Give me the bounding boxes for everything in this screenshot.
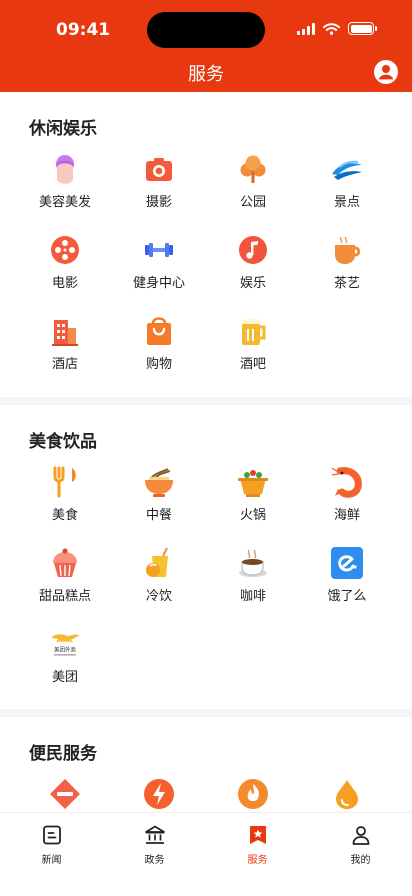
news-icon <box>42 825 61 845</box>
profile-icon <box>352 826 369 845</box>
page-title: 服务 <box>188 64 224 85</box>
service-item[interactable]: 美容美发 <box>18 152 112 210</box>
service-item[interactable]: 公园 <box>206 152 300 210</box>
service-item[interactable]: 酒吧 <box>206 314 300 372</box>
service-item[interactable]: 景点 <box>300 152 394 210</box>
film-reel-icon <box>48 233 82 267</box>
service-icon <box>249 826 266 844</box>
status-time: 09:41 <box>56 20 111 40</box>
app-screen: 09:41 服务 休闲娱乐 美容美发 摄影 公园 景点电影 健身中心 娱乐 茶艺酒店 购物 酒吧… <box>0 0 412 896</box>
service-item-label: 饿了么 <box>327 589 367 604</box>
section-food-drink: 美食饮品 美食 中餐 火锅 海鲜甜品糕点 冷饮 咖啡 饿了么美团外卖美团 <box>0 405 412 709</box>
service-item[interactable]: 美食 <box>18 465 112 523</box>
service-item-label: 摄影 <box>145 195 172 210</box>
service-item-label: 酒吧 <box>239 357 266 372</box>
service-item-label: 火锅 <box>239 508 266 523</box>
section-leisure: 休闲娱乐 美容美发 摄影 公园 景点电影 健身中心 娱乐 茶艺酒店 购物 酒吧 <box>0 92 412 397</box>
meituan-logo-text: 美团外卖 <box>54 646 77 654</box>
music-icon <box>236 233 270 267</box>
profile-avatar-icon[interactable] <box>374 60 398 84</box>
scenic-icon <box>330 152 364 186</box>
service-item[interactable]: 饿了么 <box>300 546 394 604</box>
tea-cup-icon <box>330 233 364 267</box>
service-item-label: 茶艺 <box>333 276 360 291</box>
meituan-logo-icon: 美团外卖 <box>48 627 82 661</box>
service-item-label: 冷饮 <box>145 589 172 604</box>
section-convenience: 便民服务 <box>0 717 412 812</box>
coffee-icon <box>236 546 270 580</box>
water-drop-icon <box>330 777 364 811</box>
service-grid: 美容美发 摄影 公园 景点电影 健身中心 娱乐 茶艺酒店 购物 酒吧 <box>18 152 394 372</box>
service-item-label: 健身中心 <box>132 276 185 291</box>
noodle-bowl-icon <box>142 465 176 499</box>
tab-news[interactable]: 新闻 <box>0 813 103 896</box>
service-item-label: 娱乐 <box>239 276 266 291</box>
service-item-label: 美容美发 <box>38 195 91 210</box>
service-item-label: 公园 <box>239 195 266 210</box>
service-item[interactable]: 美团外卖 美团 <box>18 627 112 685</box>
section-title: 美食饮品 <box>29 432 97 452</box>
tab-label: 服务 <box>247 855 268 866</box>
tab-profile[interactable]: 我的 <box>309 813 412 896</box>
cellular-signal-icon <box>297 22 315 35</box>
service-item[interactable]: 酒店 <box>18 314 112 372</box>
service-item[interactable]: 甜品糕点 <box>18 546 112 604</box>
cold-drink-icon <box>142 546 176 580</box>
service-item-label: 甜品糕点 <box>38 589 91 604</box>
service-item-label: 酒店 <box>51 357 78 372</box>
section-title: 休闲娱乐 <box>29 119 97 139</box>
dynamic-island <box>147 12 265 48</box>
beer-icon <box>236 314 270 348</box>
service-item[interactable]: 火锅 <box>206 465 300 523</box>
status-icons <box>297 22 377 35</box>
fork-knife-icon <box>48 465 82 499</box>
service-item[interactable]: 购物 <box>112 314 206 372</box>
lightning-icon <box>142 777 176 811</box>
shrimp-icon <box>330 465 364 499</box>
dumbbell-icon <box>142 233 176 267</box>
top-bar: 09:41 服务 <box>0 0 412 92</box>
service-item-label: 美团 <box>51 670 78 685</box>
service-item-label: 中餐 <box>145 508 172 523</box>
service-item-label: 咖啡 <box>239 589 266 604</box>
hotpot-icon <box>236 465 270 499</box>
service-item[interactable]: 健身中心 <box>112 233 206 291</box>
service-grid: 美食 中餐 火锅 海鲜甜品糕点 冷饮 咖啡 饿了么美团外卖美团 <box>18 465 394 685</box>
service-item-label: 购物 <box>145 357 172 372</box>
hotel-icon <box>48 314 82 348</box>
tab-service[interactable]: 服务 <box>206 813 309 896</box>
shopping-bag-icon <box>142 314 176 348</box>
wifi-icon <box>323 22 340 35</box>
flame-icon <box>236 777 270 811</box>
government-icon <box>144 825 165 844</box>
tab-label: 新闻 <box>41 855 62 866</box>
tab-government[interactable]: 政务 <box>103 813 206 896</box>
tab-label: 政务 <box>144 855 165 866</box>
park-icon <box>236 152 270 186</box>
service-item-label: 景点 <box>333 195 360 210</box>
service-item[interactable]: 茶艺 <box>300 233 394 291</box>
cupcake-icon <box>48 546 82 580</box>
service-item[interactable]: 海鲜 <box>300 465 394 523</box>
service-item[interactable]: 中餐 <box>112 465 206 523</box>
service-item[interactable]: 娱乐 <box>206 233 300 291</box>
service-item[interactable]: 摄影 <box>112 152 206 210</box>
battery-icon <box>348 22 377 35</box>
bottom-tab-bar: 新闻 政务 服务 我的 <box>0 812 412 896</box>
tab-label: 我的 <box>350 855 371 866</box>
service-item[interactable]: 咖啡 <box>206 546 300 604</box>
service-item-label: 美食 <box>51 508 78 523</box>
service-item-label: 海鲜 <box>333 508 360 523</box>
camera-icon <box>142 152 176 186</box>
no-entry-icon <box>48 777 82 811</box>
service-item[interactable]: 冷饮 <box>112 546 206 604</box>
service-item-label: 电影 <box>51 276 78 291</box>
section-title: 便民服务 <box>29 744 97 764</box>
eleme-logo-icon <box>330 546 364 580</box>
service-item[interactable]: 电影 <box>18 233 112 291</box>
beauty-icon <box>48 152 82 186</box>
